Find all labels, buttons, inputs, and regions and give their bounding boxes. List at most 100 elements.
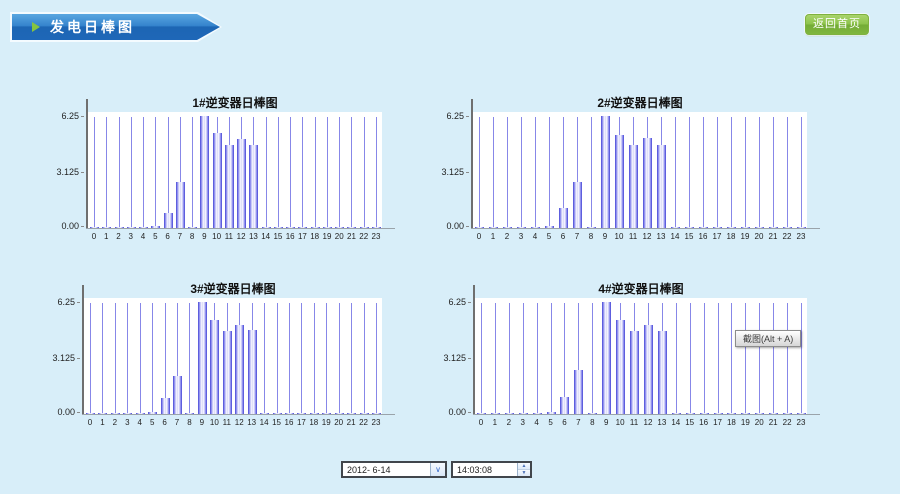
- gridline: [302, 117, 303, 228]
- bar-hour-7: [574, 370, 583, 414]
- chart-title: 2#逆变器日棒图: [473, 94, 807, 111]
- bar-hour-9: [601, 116, 610, 228]
- bar-hour-13: [248, 330, 257, 414]
- gridline: [787, 303, 788, 414]
- play-triangle-icon: [32, 22, 40, 32]
- gridline: [704, 303, 705, 414]
- y-tick-label: 3.125: [42, 353, 80, 363]
- gridline: [351, 117, 352, 228]
- y-axis-line: [82, 285, 84, 414]
- gridline: [537, 303, 538, 414]
- y-tick-label: 3.125: [433, 353, 471, 363]
- gridline: [189, 303, 190, 414]
- bar-hour-12: [643, 138, 652, 228]
- gridline: [115, 303, 116, 414]
- chart-title: 1#逆变器日棒图: [88, 94, 382, 111]
- gridline: [551, 303, 552, 414]
- bar-hour-9: [602, 302, 611, 414]
- y-tick-label: 0.00: [42, 407, 80, 417]
- gridline: [801, 303, 802, 414]
- y-tick-label: 3.125: [46, 167, 84, 177]
- time-input-value: 14:03:08: [453, 463, 517, 476]
- bar-hour-9: [200, 116, 209, 228]
- bar-hour-10: [213, 133, 222, 228]
- gridline: [731, 303, 732, 414]
- datetime-controls: 2012- 6-14 ∨ 14:03:08 ▲ ▼: [341, 461, 532, 478]
- bar-hour-6: [560, 397, 569, 414]
- gridline: [745, 303, 746, 414]
- gridline: [481, 303, 482, 414]
- bar-hour-10: [615, 135, 624, 228]
- gridline: [521, 117, 522, 228]
- spinner-up-icon[interactable]: ▲: [518, 463, 530, 470]
- gridline: [773, 303, 774, 414]
- chart-inverter-2: 2#逆变器日棒图6.253.1250.000123456789101112131…: [431, 94, 827, 254]
- gridline: [327, 117, 328, 228]
- x-axis-line: [471, 228, 820, 229]
- chart-title: 4#逆变器日棒图: [475, 280, 807, 297]
- chart-inverter-4: 4#逆变器日棒图6.253.1250.000123456789101112131…: [433, 280, 827, 440]
- x-axis-line: [82, 414, 395, 415]
- gridline: [495, 303, 496, 414]
- bar-hour-7: [173, 376, 182, 414]
- gridline: [314, 303, 315, 414]
- time-input[interactable]: 14:03:08 ▲ ▼: [451, 461, 532, 478]
- gridline: [289, 303, 290, 414]
- gridline: [315, 117, 316, 228]
- gridline: [759, 303, 760, 414]
- gridline: [152, 303, 153, 414]
- bar-hour-7: [176, 182, 185, 228]
- bar-hour-6: [164, 213, 173, 228]
- y-axis-line: [473, 285, 475, 414]
- gridline: [266, 117, 267, 228]
- gridline: [326, 303, 327, 414]
- gridline: [549, 117, 550, 228]
- gridline: [690, 303, 691, 414]
- y-axis-line: [86, 99, 88, 228]
- gridline: [278, 117, 279, 228]
- bar-hour-12: [235, 325, 244, 414]
- gridline: [676, 303, 677, 414]
- gridline: [277, 303, 278, 414]
- gridline: [339, 303, 340, 414]
- gridline: [773, 117, 774, 228]
- gridline: [102, 303, 103, 414]
- x-tick-label: 23: [792, 418, 810, 427]
- time-spinner: ▲ ▼: [517, 463, 530, 476]
- y-tick-label: 0.00: [431, 221, 469, 231]
- gridline: [168, 117, 169, 228]
- spinner-down-icon[interactable]: ▼: [518, 470, 530, 476]
- back-home-button[interactable]: 返回首页: [805, 14, 869, 35]
- chart-title: 3#逆变器日棒图: [84, 280, 382, 297]
- bar-hour-9: [198, 302, 207, 414]
- x-tick-label: 23: [367, 418, 385, 427]
- gridline: [90, 303, 91, 414]
- screenshot-hotkey-tooltip: 截图(Alt + A): [735, 330, 801, 347]
- chart-inverter-3: 3#逆变器日棒图6.253.1250.000123456789101112131…: [42, 280, 402, 440]
- y-tick-label: 6.25: [433, 297, 471, 307]
- bar-hour-11: [630, 331, 639, 414]
- bar-hour-13: [658, 331, 667, 414]
- gridline: [759, 117, 760, 228]
- gridline: [591, 117, 592, 228]
- gridline: [731, 117, 732, 228]
- plot-area: [88, 112, 382, 228]
- gridline: [376, 117, 377, 228]
- gridline: [703, 117, 704, 228]
- gridline: [592, 303, 593, 414]
- y-tick-label: 3.125: [431, 167, 469, 177]
- y-tick-label: 6.25: [46, 111, 84, 121]
- bar-hour-10: [210, 320, 219, 414]
- gridline: [301, 303, 302, 414]
- x-tick-label: 23: [792, 232, 810, 241]
- date-select[interactable]: 2012- 6-14 ∨: [341, 461, 447, 478]
- header-banner: 发电日棒图: [10, 12, 222, 42]
- plot-area: [473, 112, 807, 228]
- gridline: [535, 117, 536, 228]
- gridline: [493, 117, 494, 228]
- chevron-down-icon[interactable]: ∨: [430, 463, 445, 476]
- header-banner-body: 发电日棒图: [12, 14, 220, 40]
- gridline: [119, 117, 120, 228]
- bar-hour-12: [237, 139, 246, 228]
- gridline: [479, 117, 480, 228]
